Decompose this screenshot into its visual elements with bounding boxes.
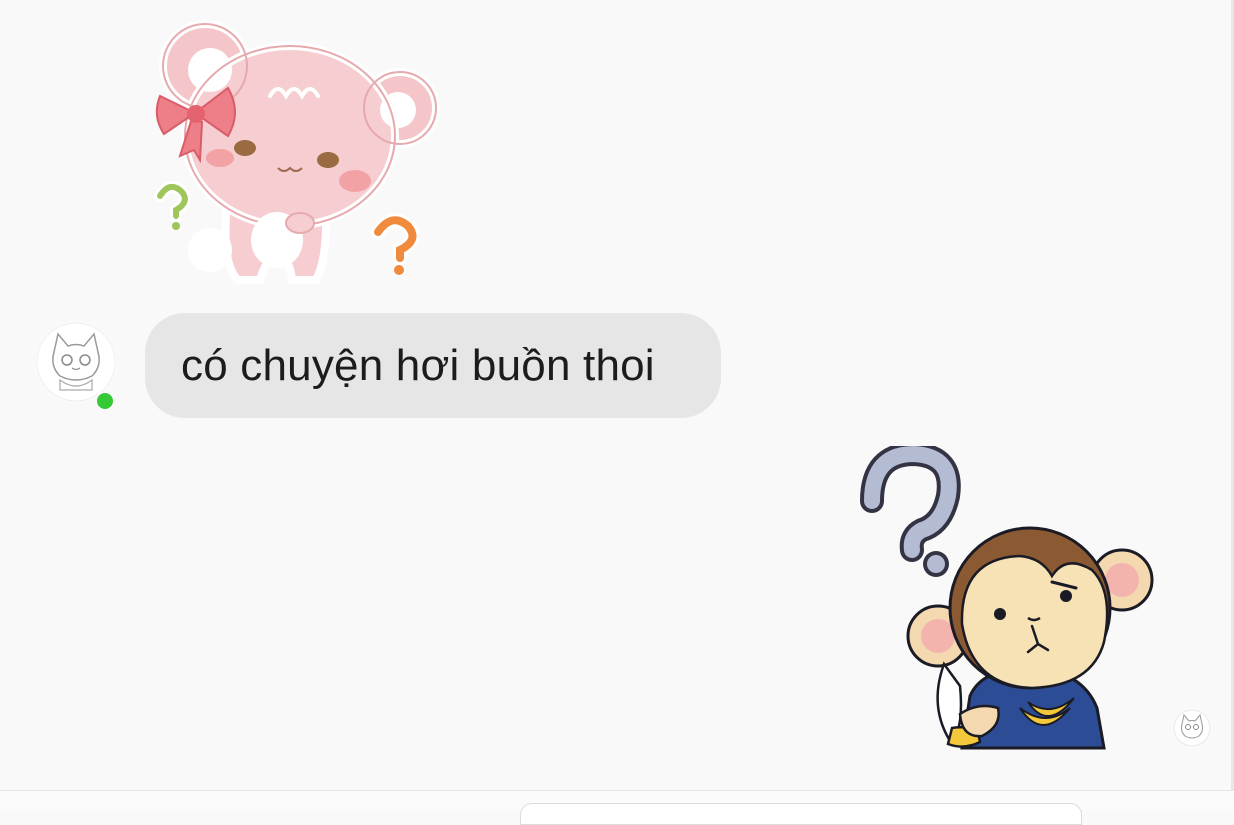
- online-status-dot: [95, 391, 115, 411]
- question-mark-icon: [154, 180, 191, 230]
- chat-thread: có chuyện hơi buồn thoi: [0, 0, 1234, 825]
- message-text: có chuyện hơi buồn thoi: [181, 340, 655, 390]
- monkey-sticker[interactable]: [852, 446, 1157, 751]
- pink-bear-sticker[interactable]: [150, 18, 445, 298]
- question-mark-icon: [860, 446, 961, 577]
- incoming-message-bubble[interactable]: có chuyện hơi buồn thoi: [145, 313, 721, 418]
- seen-avatar: [1173, 709, 1211, 747]
- question-mark-icon: [371, 213, 420, 275]
- cat-sketch-icon: [1173, 709, 1211, 747]
- contact-avatar[interactable]: [36, 322, 116, 402]
- cat-sketch-icon: [36, 322, 116, 402]
- message-input[interactable]: [520, 803, 1082, 825]
